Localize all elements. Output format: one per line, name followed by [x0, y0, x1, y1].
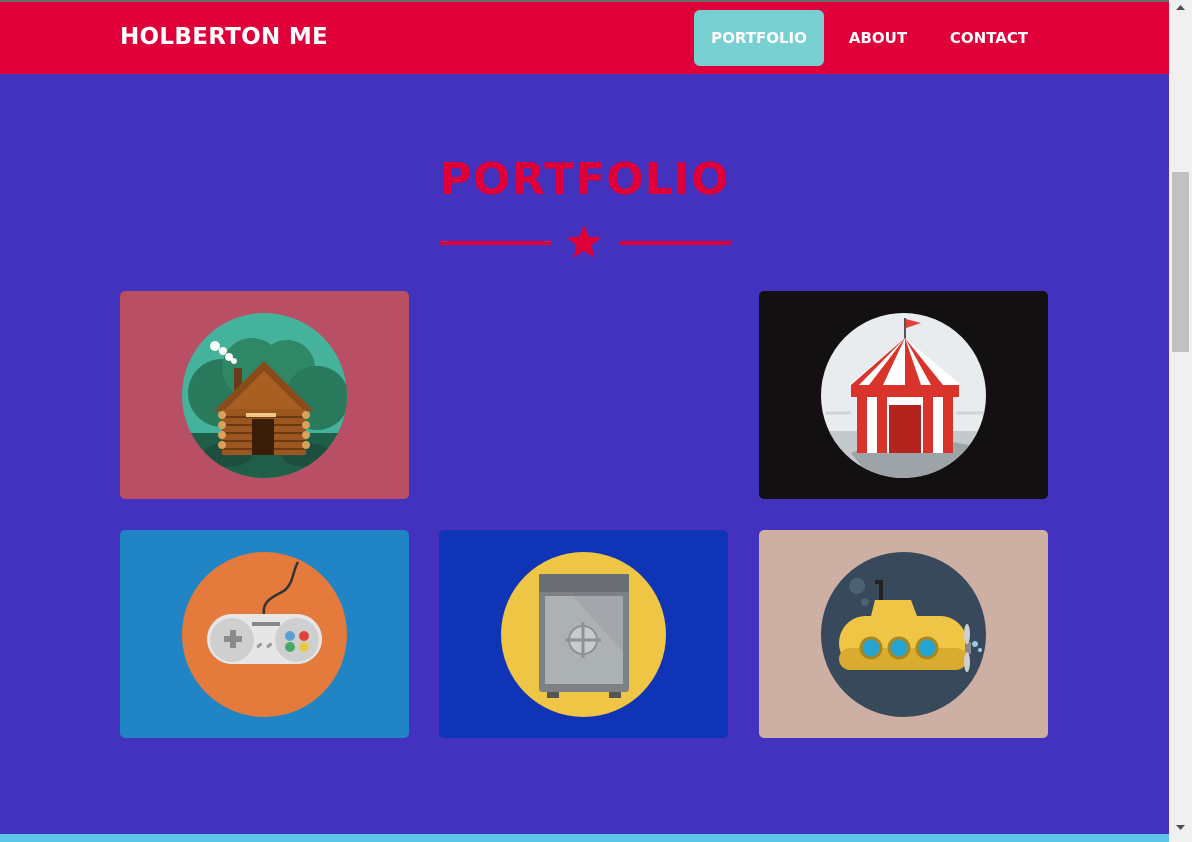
portfolio-card-submarine[interactable]	[759, 530, 1048, 738]
vertical-scrollbar[interactable]	[1169, 0, 1192, 842]
portfolio-card-safe[interactable]	[439, 530, 728, 738]
navbar: HOLBERTON ME PORTFOLIO ABOUT CONTACT	[0, 2, 1169, 74]
divider-right	[620, 241, 731, 245]
divider-left	[440, 241, 551, 245]
cabin-icon	[182, 313, 347, 478]
brand-logo[interactable]: HOLBERTON ME	[120, 24, 328, 50]
portfolio-card-controller[interactable]	[120, 530, 409, 738]
scroll-up-arrow-icon[interactable]	[1169, 0, 1192, 16]
scroll-down-arrow-icon[interactable]	[1169, 820, 1192, 836]
page-bottom-strip	[0, 834, 1169, 842]
nav-contact[interactable]: CONTACT	[935, 10, 1043, 66]
submarine-icon	[821, 552, 986, 717]
game-controller-icon	[182, 552, 347, 717]
circus-tent-icon	[821, 313, 986, 478]
scrollbar-thumb[interactable]	[1172, 172, 1189, 352]
nav-portfolio[interactable]: PORTFOLIO	[694, 10, 824, 66]
portfolio-card-cabin[interactable]	[120, 291, 409, 499]
portfolio-card-circus[interactable]	[759, 291, 1048, 499]
section-title: PORTFOLIO	[439, 154, 730, 205]
safe-icon	[501, 552, 666, 717]
star-icon	[567, 225, 601, 258]
portfolio-section: PORTFOLIO	[0, 74, 1169, 834]
nav-about[interactable]: ABOUT	[835, 10, 921, 66]
